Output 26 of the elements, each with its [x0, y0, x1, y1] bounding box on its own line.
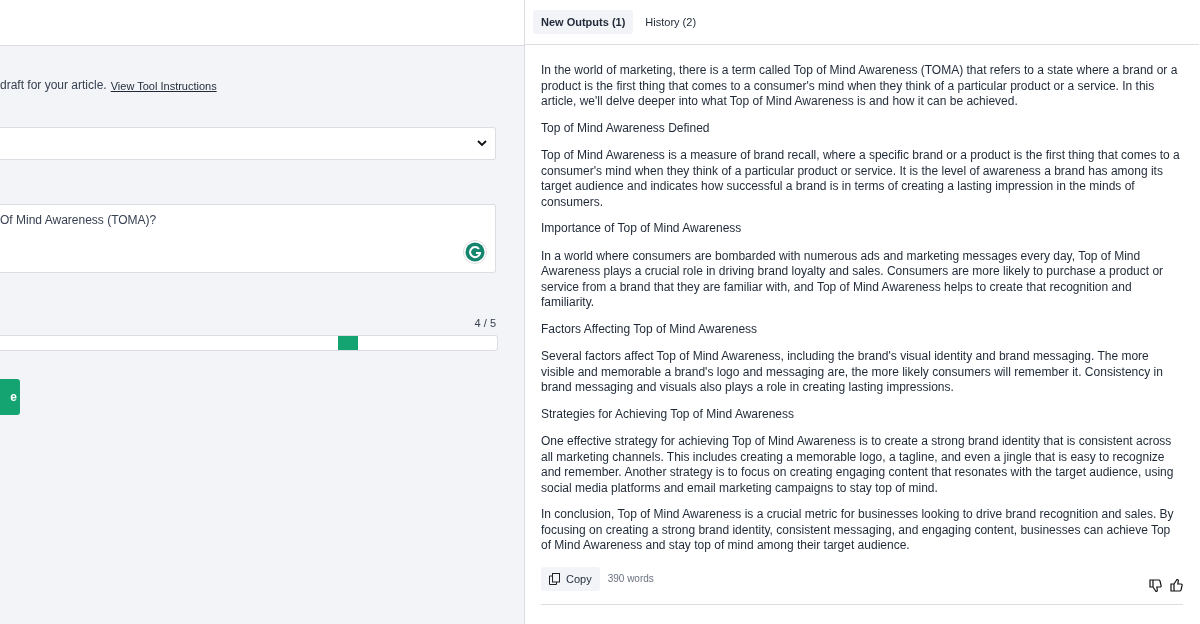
question-field[interactable]: Of Mind Awareness (TOMA)?	[0, 204, 496, 273]
thumbs-up-icon[interactable]	[1170, 579, 1183, 592]
grammarly-icon	[463, 240, 487, 264]
section-heading: Strategies for Achieving Top of Mind Awareness	[541, 406, 796, 422]
word-count: 390 words	[607, 573, 654, 584]
thumbs-down-icon[interactable]	[1149, 579, 1162, 592]
output-tab[interactable]: History (2)	[637, 10, 705, 34]
slider-reading: 4 / 5	[474, 317, 496, 329]
section-heading: Top of Mind Awareness Defined	[541, 120, 711, 136]
paragraph: In conclusion, Top of Mind Awareness is a crucial metric for businesses looking to drive brand recognition and sales. By focusing on creating a strong brand identity, consistent messaging, and engaging content, businesses can achieve Top of Mind Awareness and stay top of mind among their target audience.	[541, 507, 1175, 554]
paragraph: In a world where consumers are bombarded with numerous ads and marketing messages every day, Top of Mind Awareness plays a crucial role in driving brand loyalty and sales. Consumers are more likely to purchase a product or service from a brand that they are familiar with, and Top of Mind Awareness helps to create that recognition and familiarity.	[541, 248, 1165, 311]
intro-text: draft for your article.	[0, 78, 107, 94]
section-heading: Factors Affecting Top of Mind Awareness	[541, 321, 759, 337]
slider-thumb[interactable]	[337, 336, 358, 350]
copy-button[interactable]: Copy	[541, 566, 600, 591]
paragraph: Several factors affect Top of Mind Awareness, including the brand's visual identity and brand messaging. The more visible and memorable a brand's logo and messaging are, the more likely consumers will remember it. Consistency in brand messaging and visuals also plays a role in creating lasting impressions.	[541, 349, 1164, 396]
chevron-down-icon	[477, 140, 487, 147]
instructions-link[interactable]: View Tool Instructions	[110, 78, 217, 94]
paragraph: In the world of marketing, there is a term called Top of Mind Awareness (TOMA) that refers to a state where a brand or a product is the first thing that comes to a consumer's mind when they think of a particular product or a service. In this article, we'll delve deeper into what Top of Mind Awareness is and how it can be achieved.	[541, 63, 1179, 110]
select-field[interactable]	[0, 127, 496, 160]
slider-track[interactable]	[0, 335, 498, 351]
paragraph: One effective strategy for achieving Top of Mind Awareness is to create a strong brand identity that is consistent across all marketing channels. This includes creating a memorable logo, a tagline, and even a jingle that is easy to recognize and remember. Another strategy is to focus on creating engaging content that resonates with the target audience, using social media platforms and email marketing campaigns to stay top of mind.	[541, 434, 1175, 496]
paragraph: Top of Mind Awareness is a measure of brand recall, where a specific brand or a product is the first thing that comes to a consumer's mind when they think of a particular product or service. It is the level of awareness a brand has among its target audience and indicates how successful a brand is in terms of creating a lasting impression in the minds of consumers.	[541, 148, 1181, 210]
copy-icon	[549, 572, 560, 585]
section-heading: Importance of Top of Mind Awareness	[541, 221, 743, 237]
output-tab[interactable]: New Outputs (1)	[533, 10, 634, 34]
